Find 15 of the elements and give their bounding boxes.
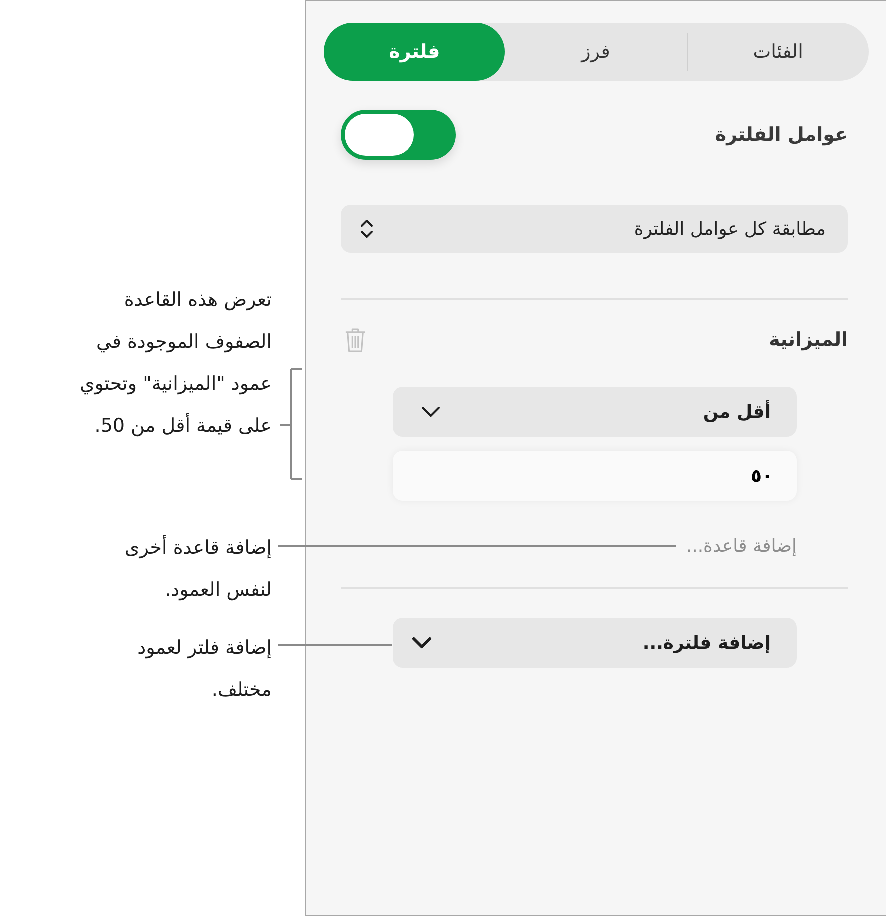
add-filter-dropdown[interactable]: إضافة فلترة... xyxy=(393,618,797,668)
chevron-down-icon xyxy=(412,637,432,649)
toggle-switch[interactable] xyxy=(341,110,456,160)
condition-dropdown[interactable]: أقل من xyxy=(393,387,797,437)
match-popup[interactable]: مطابقة كل عوامل الفلترة xyxy=(341,205,848,253)
callout-text: إضافة قاعدة أخرى لنفس العمود. xyxy=(124,534,272,603)
column-title: الميزانية xyxy=(769,328,848,353)
chevron-down-icon xyxy=(421,406,441,418)
value-field[interactable]: ٥٠ xyxy=(393,451,797,501)
tab[interactable]: الفئات xyxy=(688,23,869,81)
callout-text: إضافة فلتر لعمود مختلف. xyxy=(138,636,272,703)
callout-text: تعرض هذه القاعدة الصفوف الموجودة في عمود "الميزانية" وتحتوي على قيمة أقل من 50. xyxy=(80,288,272,439)
toggle-label: عوامل الفلترة xyxy=(715,122,848,148)
tab[interactable]: فرز xyxy=(505,23,687,81)
up-down-chevron-icon xyxy=(360,218,374,240)
